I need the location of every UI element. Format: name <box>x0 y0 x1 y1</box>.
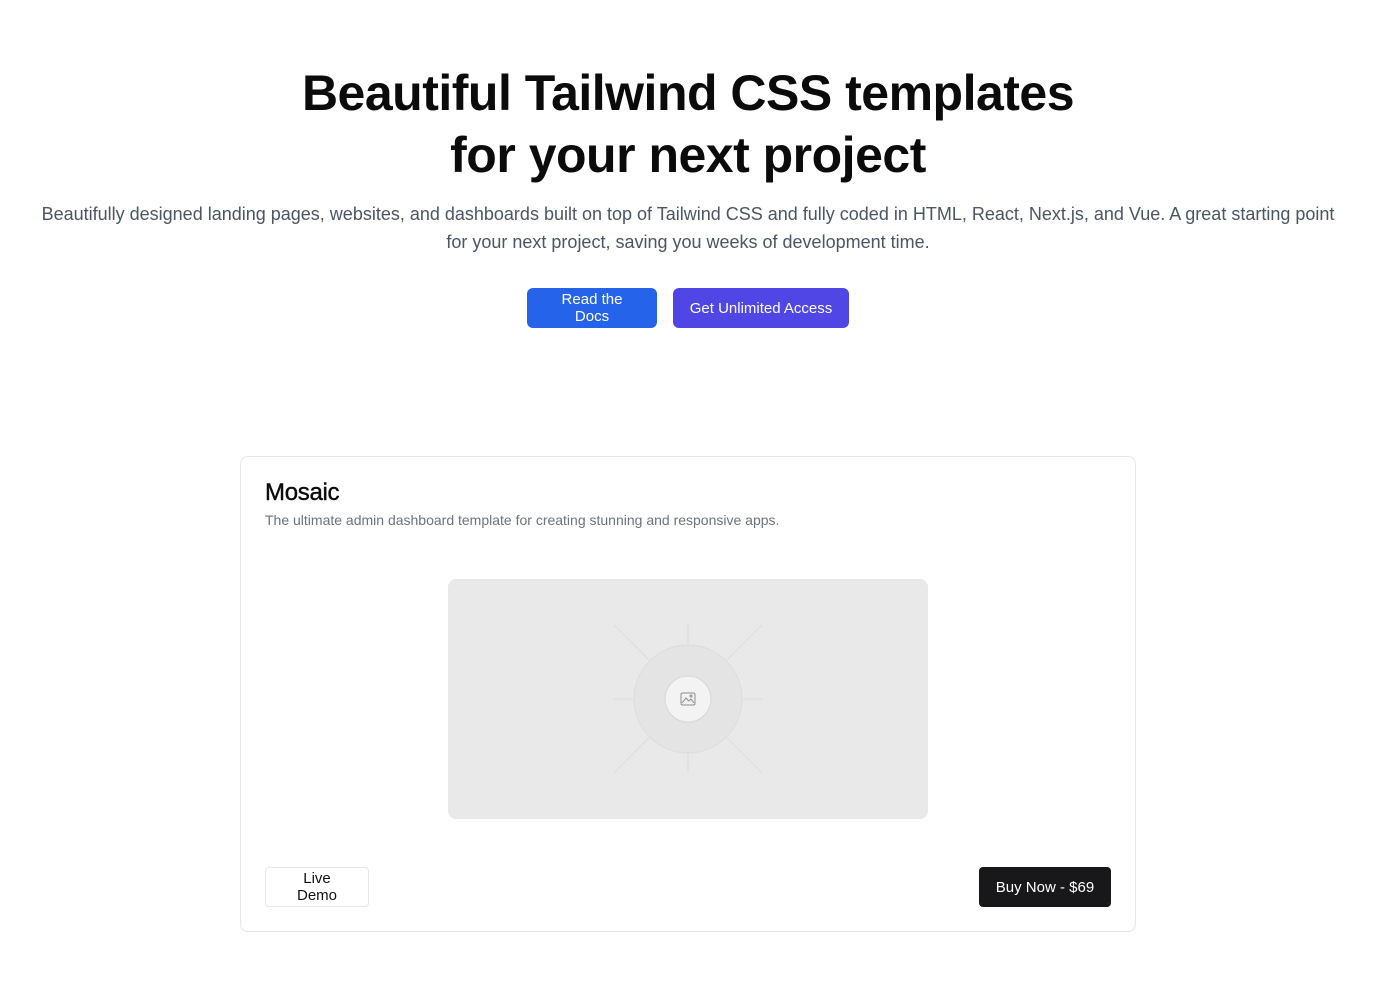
hero-actions: Read the Docs Get Unlimited Access <box>0 288 1376 328</box>
get-unlimited-access-button[interactable]: Get Unlimited Access <box>673 288 849 328</box>
live-demo-button[interactable]: Live Demo <box>265 867 369 907</box>
template-title: Mosaic <box>265 479 340 506</box>
hero-title-line-2: for your next project <box>450 127 926 183</box>
hero-title: Beautiful Tailwind CSS templates for you… <box>0 62 1376 186</box>
read-docs-button[interactable]: Read the Docs <box>527 288 657 328</box>
template-description: The ultimate admin dashboard template fo… <box>265 512 780 528</box>
image-placeholder-graphic <box>613 624 763 774</box>
template-card: Mosaic The ultimate admin dashboard temp… <box>240 456 1136 932</box>
hero-subtitle: Beautifully designed landing pages, webs… <box>41 204 1335 252</box>
buy-now-button[interactable]: Buy Now - $69 <box>979 867 1111 907</box>
template-preview-image <box>448 579 928 819</box>
hero-title-line-1: Beautiful Tailwind CSS templates <box>301 65 1075 121</box>
